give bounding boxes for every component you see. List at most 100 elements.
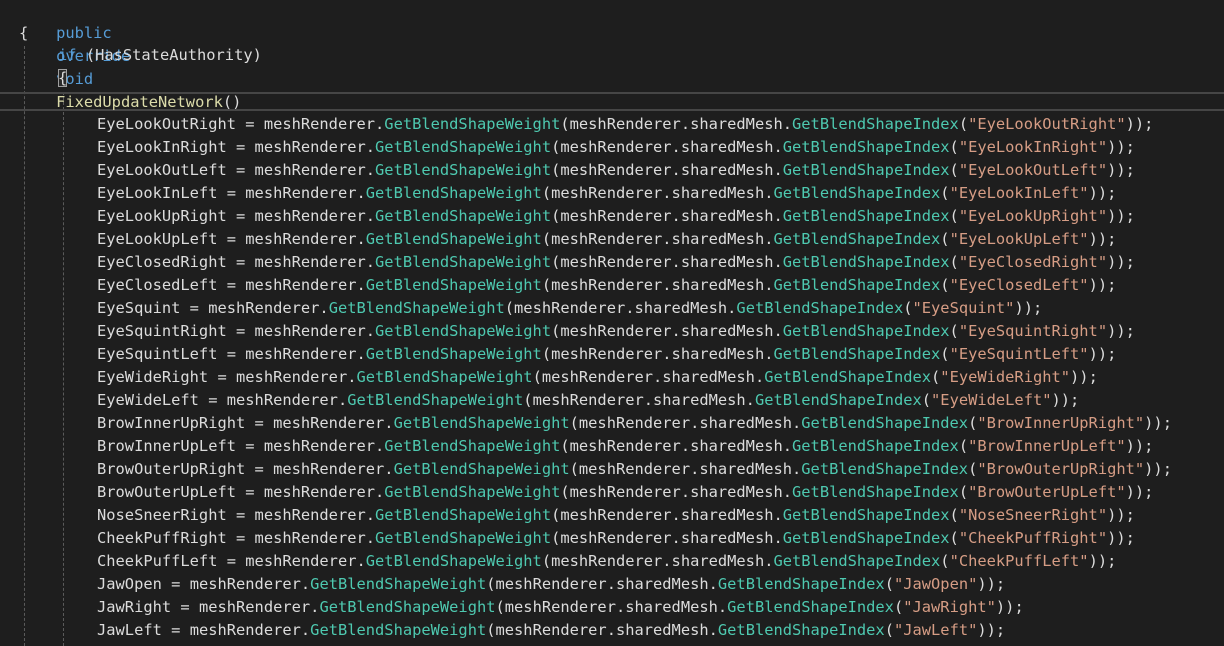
code-line[interactable]: BrowOuterUpLeft = meshRenderer.GetBlendS… bbox=[97, 481, 1153, 504]
get-weight-method: GetBlendShapeWeight bbox=[347, 391, 524, 409]
close-parens: )); bbox=[1088, 184, 1117, 202]
code-line[interactable]: EyeWideRight = meshRenderer.GetBlendShap… bbox=[97, 366, 1098, 389]
open-paren: ( bbox=[968, 460, 978, 478]
assigned-variable: NoseSneerRight bbox=[97, 506, 227, 524]
code-line[interactable]: EyeLookUpLeft = meshRenderer.GetBlendSha… bbox=[97, 228, 1116, 251]
get-weight-method: GetBlendShapeWeight bbox=[365, 345, 542, 363]
get-index-method: GetBlendShapeIndex bbox=[736, 299, 904, 317]
code-line[interactable]: EyeSquintLeft = meshRenderer.GetBlendSha… bbox=[97, 343, 1116, 366]
indent-guide-inner bbox=[63, 92, 64, 646]
code-editor[interactable]: public override void FixedUpdateNetwork(… bbox=[0, 0, 1224, 646]
open-paren: ( bbox=[940, 276, 950, 294]
method-signature-line[interactable]: public override void FixedUpdateNetwork(… bbox=[19, 0, 241, 111]
blendshape-key-string: "NoseSneerRight" bbox=[958, 506, 1108, 524]
assign-operator: = bbox=[171, 598, 199, 616]
renderer-identifier: meshRenderer bbox=[273, 414, 385, 432]
get-weight-method: GetBlendShapeWeight bbox=[328, 299, 505, 317]
renderer-identifier: meshRenderer bbox=[254, 161, 366, 179]
assigned-variable: BrowInnerUpLeft bbox=[97, 437, 236, 455]
blendshape-key-string: "EyeLookOutLeft" bbox=[958, 161, 1108, 179]
code-line[interactable]: JawRight = meshRenderer.GetBlendShapeWei… bbox=[97, 596, 1024, 619]
assigned-variable: EyeLookUpLeft bbox=[97, 230, 218, 248]
get-index-method: GetBlendShapeIndex bbox=[792, 437, 959, 455]
open-paren: ( bbox=[884, 575, 894, 593]
member-dot: . bbox=[356, 552, 366, 570]
open-paren: ( bbox=[893, 598, 904, 616]
code-line[interactable]: BrowOuterUpRight = meshRenderer.GetBlend… bbox=[97, 458, 1172, 481]
member-dot: . bbox=[365, 161, 376, 179]
shared-mesh-expression: (meshRenderer.sharedMesh. bbox=[551, 253, 783, 271]
code-line[interactable]: BrowInnerUpRight = meshRenderer.GetBlend… bbox=[97, 412, 1172, 435]
assign-operator: = bbox=[217, 552, 246, 570]
code-line[interactable]: EyeClosedLeft = meshRenderer.GetBlendSha… bbox=[97, 274, 1116, 297]
assign-operator: = bbox=[226, 207, 255, 225]
code-line[interactable]: EyeLookInRight = meshRenderer.GetBlendSh… bbox=[97, 136, 1135, 159]
member-dot: . bbox=[300, 575, 311, 593]
code-line[interactable]: JawLeft = meshRenderer.GetBlendShapeWeig… bbox=[97, 619, 1005, 642]
code-line[interactable]: EyeSquintRight = meshRenderer.GetBlendSh… bbox=[97, 320, 1135, 343]
renderer-identifier: meshRenderer bbox=[263, 483, 376, 501]
open-paren: ( bbox=[958, 115, 969, 133]
renderer-identifier: meshRenderer bbox=[254, 138, 366, 156]
code-line[interactable]: NoseSneerRight = meshRenderer.GetBlendSh… bbox=[97, 504, 1135, 527]
get-index-method: GetBlendShapeIndex bbox=[782, 207, 950, 225]
member-dot: . bbox=[365, 322, 376, 340]
open-brace-line[interactable]: { bbox=[19, 22, 28, 45]
code-line[interactable]: EyeSquint = meshRenderer.GetBlendShapeWe… bbox=[97, 297, 1042, 320]
close-parens: )); bbox=[1107, 529, 1135, 547]
blendshape-key-string: "CheekPuffRight" bbox=[958, 529, 1108, 547]
get-index-method: GetBlendShapeIndex bbox=[782, 506, 950, 524]
close-parens: )); bbox=[1070, 368, 1098, 386]
blendshape-key-string: "EyeLookOutRight" bbox=[968, 115, 1126, 133]
close-parens: )); bbox=[1107, 138, 1135, 156]
shared-mesh-expression: (meshRenderer.sharedMesh. bbox=[560, 115, 793, 133]
get-index-method: GetBlendShapeIndex bbox=[782, 322, 950, 340]
blendshape-key-string: "JawLeft" bbox=[893, 621, 978, 639]
renderer-identifier: meshRenderer bbox=[189, 575, 301, 593]
code-line[interactable]: CheekPuffRight = meshRenderer.GetBlendSh… bbox=[97, 527, 1135, 550]
close-parens: )); bbox=[1088, 276, 1117, 294]
assigned-variable: EyeLookUpRight bbox=[97, 207, 227, 225]
shared-mesh-expression: (meshRenderer.sharedMesh. bbox=[551, 322, 783, 340]
assign-operator: = bbox=[217, 184, 246, 202]
get-weight-method: GetBlendShapeWeight bbox=[393, 460, 570, 478]
get-index-method: GetBlendShapeIndex bbox=[782, 138, 950, 156]
code-line[interactable]: CheekPuffLeft = meshRenderer.GetBlendSha… bbox=[97, 550, 1116, 573]
get-weight-method: GetBlendShapeWeight bbox=[375, 529, 552, 547]
get-index-method: GetBlendShapeIndex bbox=[773, 276, 941, 294]
get-weight-method: GetBlendShapeWeight bbox=[365, 230, 542, 248]
shared-mesh-expression: (meshRenderer.sharedMesh. bbox=[486, 621, 718, 639]
close-parens: )); bbox=[1051, 391, 1080, 409]
blendshape-key-string: "EyeSquintLeft" bbox=[949, 345, 1089, 363]
matched-brace: { bbox=[58, 69, 68, 87]
code-line[interactable]: JawOpen = meshRenderer.GetBlendShapeWeig… bbox=[97, 573, 1005, 596]
code-line[interactable]: EyeLookUpRight = meshRenderer.GetBlendSh… bbox=[97, 205, 1135, 228]
assigned-variable: EyeLookOutLeft bbox=[97, 161, 227, 179]
code-line[interactable]: EyeWideLeft = meshRenderer.GetBlendShape… bbox=[97, 389, 1079, 412]
assigned-variable: CheekPuffRight bbox=[97, 529, 227, 547]
blendshape-key-string: "EyeLookInLeft" bbox=[949, 184, 1089, 202]
open-paren: ( bbox=[949, 138, 959, 156]
blendshape-key-string: "JawRight" bbox=[903, 598, 996, 616]
get-weight-method: GetBlendShapeWeight bbox=[384, 437, 561, 455]
blendshape-key-string: "EyeClosedLeft" bbox=[949, 276, 1089, 294]
code-line[interactable]: BrowInnerUpLeft = meshRenderer.GetBlendS… bbox=[97, 435, 1153, 458]
code-line[interactable]: EyeLookInLeft = meshRenderer.GetBlendSha… bbox=[97, 182, 1116, 205]
renderer-identifier: meshRenderer bbox=[236, 368, 348, 386]
open-paren: ( bbox=[921, 391, 932, 409]
close-parens: )); bbox=[1107, 322, 1135, 340]
code-line[interactable]: EyeLookOutLeft = meshRenderer.GetBlendSh… bbox=[97, 159, 1135, 182]
get-index-method: GetBlendShapeIndex bbox=[782, 253, 950, 271]
assign-operator: = bbox=[236, 483, 264, 501]
code-line[interactable]: EyeLookOutRight = meshRenderer.GetBlendS… bbox=[97, 113, 1153, 136]
keyword-public: public bbox=[56, 24, 112, 42]
assigned-variable: EyeSquint bbox=[97, 299, 181, 317]
shared-mesh-expression: (meshRenderer.sharedMesh. bbox=[569, 460, 802, 478]
code-line[interactable]: EyeClosedRight = meshRenderer.GetBlendSh… bbox=[97, 251, 1135, 274]
assign-operator: = bbox=[198, 391, 227, 409]
member-dot: . bbox=[356, 276, 366, 294]
blendshape-key-string: "BrowInnerUpLeft" bbox=[968, 437, 1126, 455]
inner-open-brace-line[interactable]: { bbox=[58, 67, 68, 90]
shared-mesh-expression: (meshRenderer.sharedMesh. bbox=[551, 138, 783, 156]
if-statement-line[interactable]: if (HasStateAuthority) bbox=[58, 44, 262, 67]
